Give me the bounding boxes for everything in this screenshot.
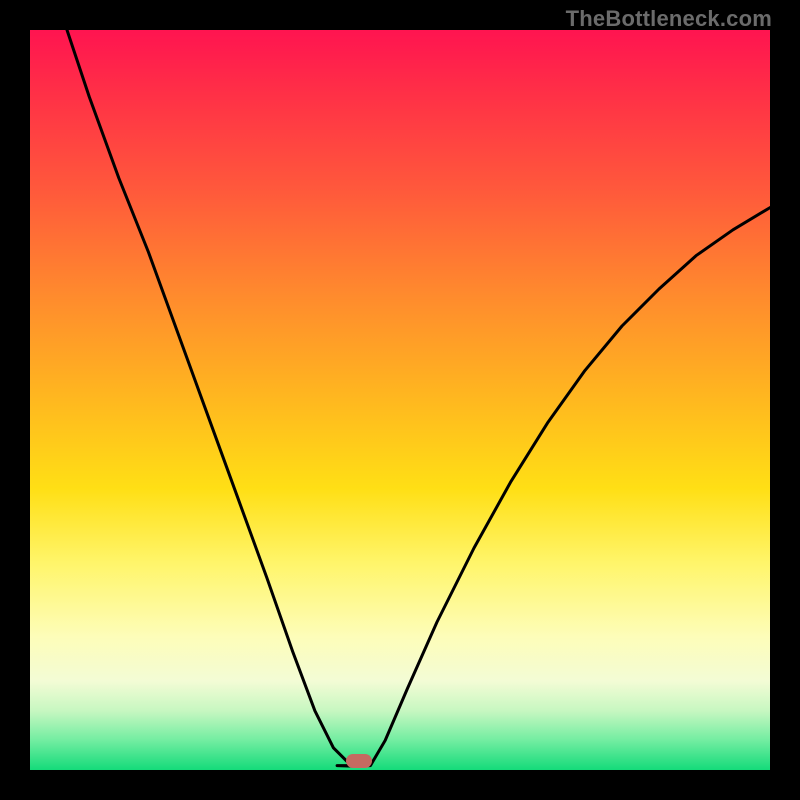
optimal-marker	[346, 754, 372, 768]
bottleneck-curve	[30, 30, 770, 770]
chart-frame: TheBottleneck.com	[0, 0, 800, 800]
watermark-text: TheBottleneck.com	[566, 6, 772, 32]
